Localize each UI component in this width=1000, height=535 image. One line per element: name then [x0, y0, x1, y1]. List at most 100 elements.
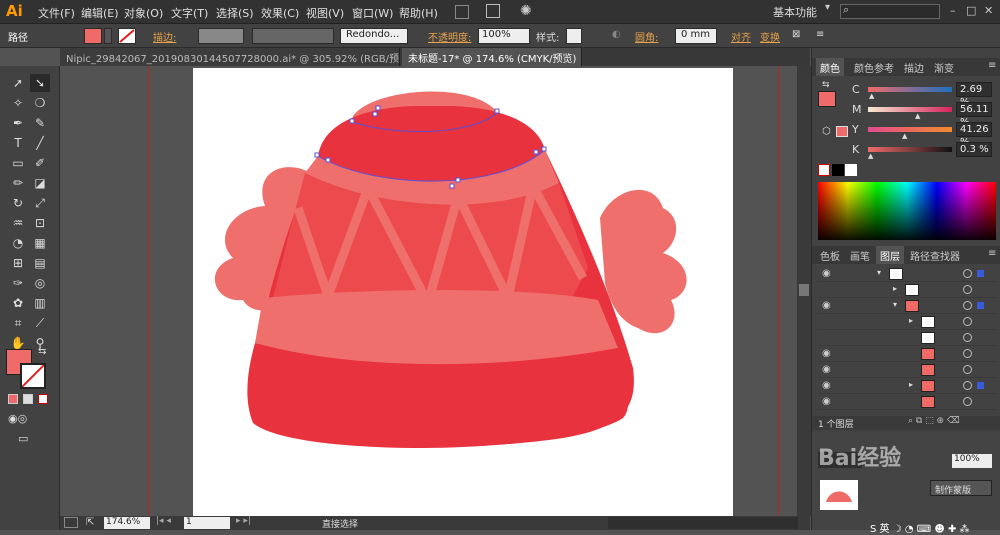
pencil-tool-icon[interactable]: ✏: [8, 174, 28, 192]
menu-file[interactable]: 文件(F): [38, 5, 75, 21]
tab-document-2[interactable]: 未标题-17* @ 174.6% (CMYK/预览): [402, 48, 582, 66]
visibility-eye-icon[interactable]: ◉: [822, 268, 831, 279]
channel-m-slider[interactable]: [868, 107, 952, 112]
target-icon[interactable]: [963, 365, 972, 374]
tab-swatches[interactable]: 色板: [816, 246, 844, 264]
transform-link[interactable]: 变换: [760, 29, 780, 44]
expand-arrow-icon[interactable]: ▾: [877, 268, 881, 277]
isolate-icon[interactable]: ⊠: [792, 29, 800, 40]
magic-wand-icon[interactable]: ✧: [8, 94, 28, 112]
fill-chevron-icon[interactable]: [104, 28, 112, 44]
target-icon[interactable]: [963, 381, 972, 390]
stroke-link[interactable]: 描边:: [153, 29, 176, 44]
visibility-eye-icon[interactable]: ◉: [822, 348, 831, 359]
channel-k-thumb-icon[interactable]: ▲: [868, 152, 873, 160]
artboard[interactable]: [193, 68, 733, 516]
close-icon[interactable]: ✕: [984, 4, 993, 17]
perspective-grid-icon[interactable]: ▦: [30, 234, 50, 252]
style-swatch[interactable]: [566, 28, 582, 44]
tab-pathfinder[interactable]: 路径查找器: [906, 246, 964, 264]
maximize-icon[interactable]: □: [966, 4, 976, 17]
target-icon[interactable]: [963, 349, 972, 358]
tab-color-guide[interactable]: 颜色参考: [850, 58, 898, 76]
layer-row[interactable]: ▸: [817, 314, 997, 330]
type-tool-icon[interactable]: T: [8, 134, 28, 152]
channel-m-value[interactable]: 56.11 %: [956, 102, 992, 128]
make-mask-button[interactable]: 制作蒙版: [930, 480, 992, 496]
mesh-tool-icon[interactable]: ⊞: [8, 254, 28, 272]
none-swatch[interactable]: [818, 164, 830, 176]
layer-row[interactable]: ◉ ▸: [817, 378, 997, 394]
panel-menu-icon[interactable]: ≡: [984, 58, 1000, 76]
variable-width-profile[interactable]: [252, 28, 334, 44]
color-spectrum[interactable]: [818, 182, 996, 240]
bridge-icon[interactable]: [455, 5, 469, 19]
selection-tool-icon[interactable]: ➚: [8, 74, 28, 92]
eraser-tool-icon[interactable]: ◪: [30, 174, 50, 192]
align-link[interactable]: 对齐: [731, 29, 751, 44]
artboard-tool-icon[interactable]: ⌗: [8, 314, 28, 332]
transparency-opacity-field[interactable]: 100%: [952, 454, 992, 468]
layer-row[interactable]: ◉: [817, 394, 997, 410]
channel-c-value[interactable]: 2.69 %: [956, 82, 992, 108]
layer-row[interactable]: ◉: [817, 346, 997, 362]
recolor-icon[interactable]: ◐: [612, 29, 621, 40]
curvature-tool-icon[interactable]: ✎: [30, 114, 50, 132]
corner-link[interactable]: 圆角:: [635, 29, 658, 44]
panel-fill-box[interactable]: [818, 91, 836, 107]
channel-y-slider[interactable]: [868, 127, 952, 132]
target-icon[interactable]: [963, 285, 972, 294]
channel-k-slider[interactable]: [868, 147, 952, 152]
menu-window[interactable]: 窗口(W): [352, 5, 393, 21]
channel-k-value[interactable]: 0.3 %: [956, 142, 992, 157]
menu-edit[interactable]: 编辑(E): [81, 5, 119, 21]
gradient-tool-icon[interactable]: ▤: [30, 254, 50, 272]
blend-tool-icon[interactable]: ◎: [30, 274, 50, 292]
gradient-mode-icon[interactable]: [23, 394, 33, 404]
channel-c-thumb-icon[interactable]: ▲: [869, 92, 874, 100]
stroke-weight-input[interactable]: [198, 28, 244, 44]
tab-gradient[interactable]: 渐变: [930, 58, 958, 76]
vertical-scrollbar[interactable]: [797, 66, 811, 516]
artboard-field[interactable]: 1: [184, 517, 230, 529]
none-mode-icon[interactable]: [38, 394, 48, 404]
pen-tool-icon[interactable]: ✒: [8, 114, 28, 132]
scale-tool-icon[interactable]: ⤢: [30, 194, 50, 212]
fill-swatch[interactable]: [84, 28, 102, 44]
menu-effect[interactable]: 效果(C): [261, 5, 299, 21]
canvas-area[interactable]: [60, 66, 797, 516]
layers-menu-icon[interactable]: ≡: [984, 246, 1000, 264]
expand-arrow-icon[interactable]: ▸: [909, 316, 913, 325]
layer-row[interactable]: ◉ ▾: [817, 266, 997, 282]
menu-help[interactable]: 帮助(H): [399, 5, 438, 21]
target-icon[interactable]: [963, 397, 972, 406]
target-icon[interactable]: [963, 301, 972, 310]
rectangle-tool-icon[interactable]: ▭: [8, 154, 28, 172]
menu-object[interactable]: 对象(O): [124, 5, 163, 21]
visibility-eye-icon[interactable]: ◉: [822, 396, 831, 407]
target-icon[interactable]: [963, 333, 972, 342]
slice-tool-icon[interactable]: ⟋: [30, 314, 50, 332]
export-icon[interactable]: ⇱: [86, 517, 94, 528]
color-mode-icon[interactable]: [8, 394, 18, 404]
shape-builder-icon[interactable]: ◔: [8, 234, 28, 252]
swap-icon[interactable]: ⇆: [822, 80, 830, 90]
menu-type[interactable]: 文字(T): [171, 5, 208, 21]
paintbrush-icon[interactable]: ✐: [30, 154, 50, 172]
arrange-documents-icon[interactable]: [486, 4, 500, 18]
free-transform-icon[interactable]: ⊡: [30, 214, 50, 232]
layer-row[interactable]: [817, 330, 997, 346]
first-artboard-icon[interactable]: |◂ ◂: [156, 516, 171, 526]
screen-mode-icon[interactable]: ▭: [18, 432, 28, 445]
channel-m-thumb-icon[interactable]: ▲: [915, 112, 920, 120]
tab-layers[interactable]: 图层: [876, 246, 904, 264]
channel-y-thumb-icon[interactable]: ▲: [902, 132, 907, 140]
target-icon[interactable]: [963, 269, 972, 278]
visibility-eye-icon[interactable]: ◉: [822, 300, 831, 311]
stroke-color-box[interactable]: [20, 363, 46, 389]
minimize-icon[interactable]: –: [950, 4, 956, 17]
search-input[interactable]: [840, 4, 940, 19]
channel-c-slider[interactable]: [868, 87, 952, 92]
target-icon[interactable]: [963, 317, 972, 326]
graph-tool-icon[interactable]: ▥: [30, 294, 50, 312]
